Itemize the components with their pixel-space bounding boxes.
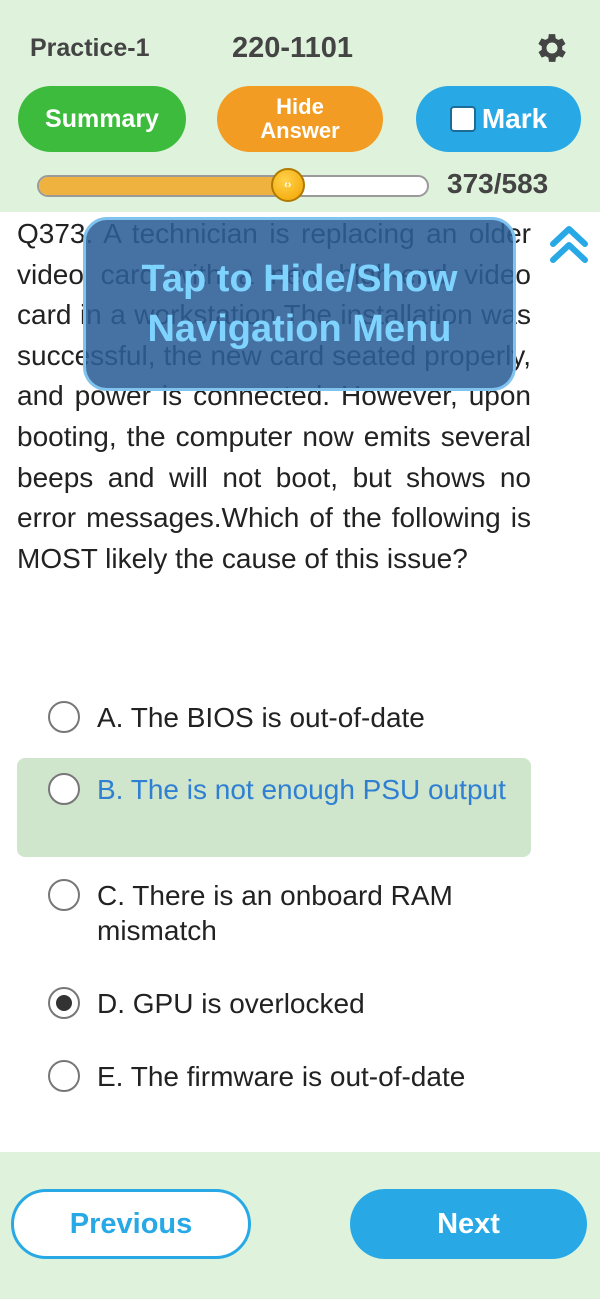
progress-counter: 373/583 [447,168,549,199]
previous-button[interactable]: Previous [11,1189,251,1259]
option-d-radio[interactable] [48,987,80,1019]
next-label: Next [437,1207,500,1240]
option-a-label: A. The BIOS is out-of-date [97,702,425,733]
mark-button[interactable]: Mark [416,86,581,152]
option-b[interactable]: B. The is not enough PSU output [17,758,531,857]
option-c-label: C. There is an onboard RAM mismatch [97,880,453,946]
option-c-radio[interactable] [48,879,80,911]
mark-label: Mark [481,103,548,134]
summary-label: Summary [45,104,159,133]
hide-answer-button[interactable]: Hide Answer [217,86,383,152]
option-a[interactable]: A. The BIOS is out-of-date [17,693,531,743]
option-e-label: E. The firmware is out-of-date [97,1061,466,1092]
hide-answer-label: Hide Answer [260,94,340,143]
option-d[interactable]: D. GPU is overlocked [17,980,531,1030]
option-a-radio[interactable] [48,701,80,733]
progress-slider[interactable] [37,175,429,197]
double-chevron-up-icon[interactable] [548,220,590,266]
gear-icon[interactable] [533,29,571,67]
option-c[interactable]: C. There is an onboard RAM mismatch [17,872,531,952]
option-e-radio[interactable] [48,1060,80,1092]
mark-checkbox[interactable] [449,106,476,132]
option-b-label: B. The is not enough PSU output [97,774,506,805]
previous-label: Previous [69,1207,193,1240]
summary-button[interactable]: Summary [18,86,186,152]
practice-title: Practice-1 [30,34,150,62]
progress-slider-fill [39,177,288,195]
next-button[interactable]: Next [350,1189,587,1259]
exam-code: 220-1101 [232,32,353,64]
navigation-menu-toggle-overlay[interactable]: Tap to Hide/Show Navigation Menu [83,217,516,391]
option-d-label: D. GPU is overlocked [97,988,365,1019]
overlay-text: Tap to Hide/Show Navigation Menu [141,258,458,350]
option-b-radio[interactable] [48,773,80,805]
option-e[interactable]: E. The firmware is out-of-date [17,1053,531,1133]
slider-thumb-icon[interactable]: ‹› [270,168,305,202]
